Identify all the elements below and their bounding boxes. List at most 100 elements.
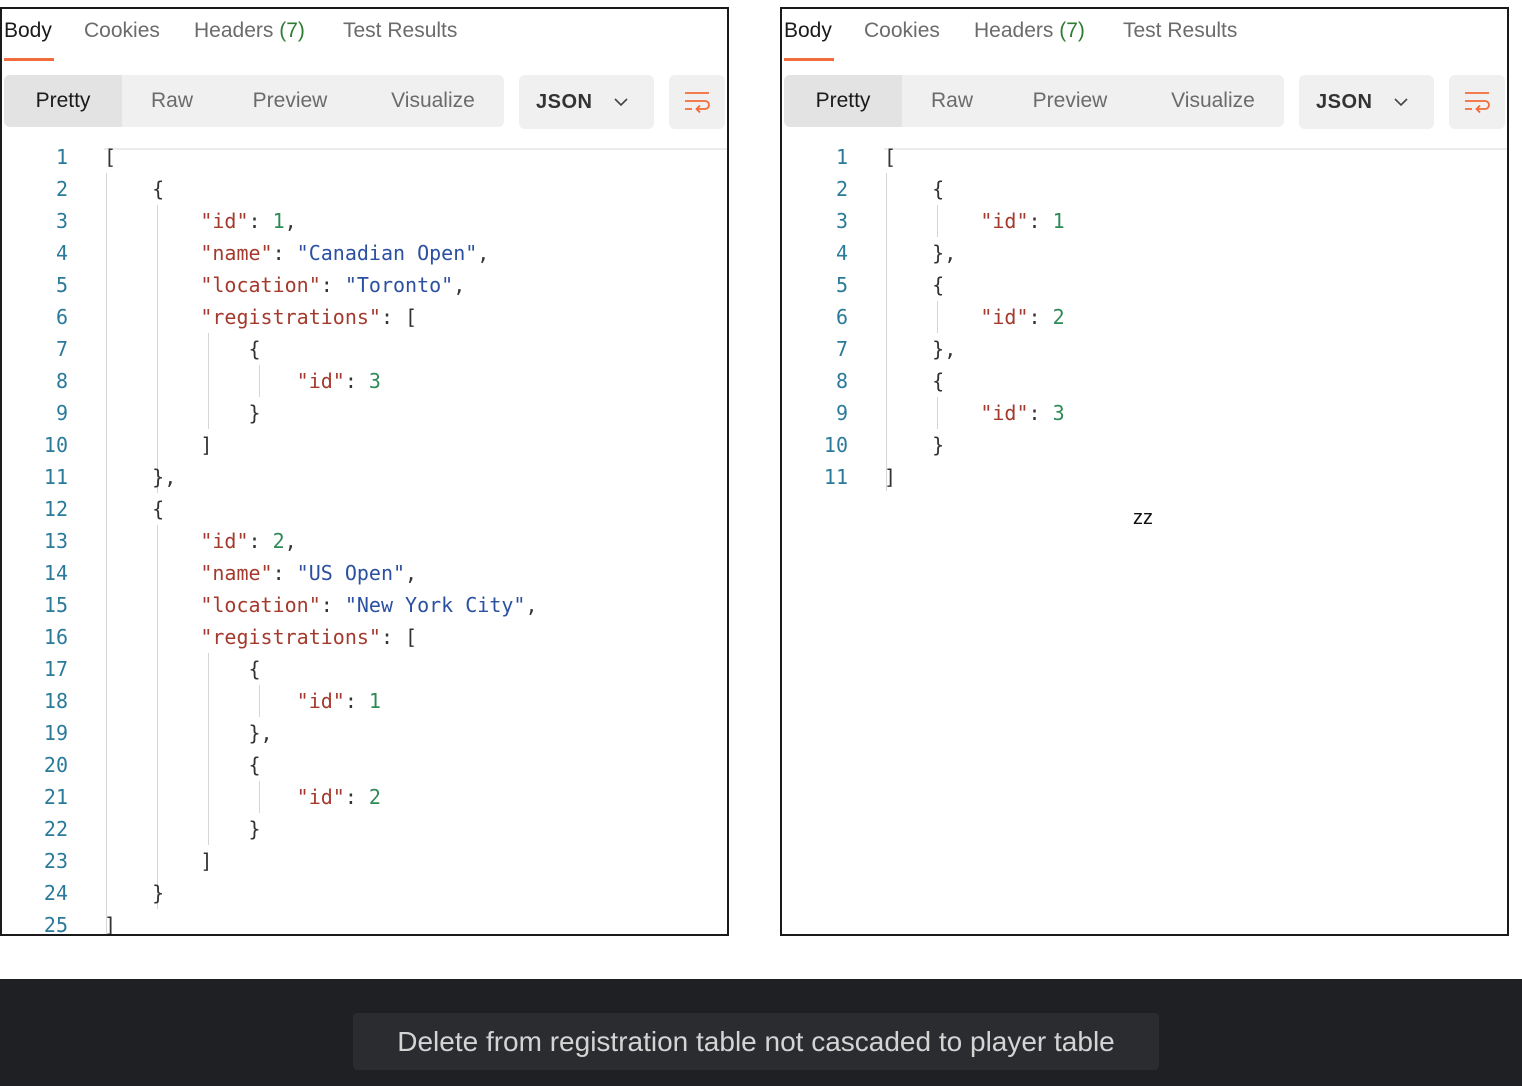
tab-cookies[interactable]: Cookies [864,19,940,43]
line-number: 8 [55,369,68,393]
code-token: "registrations" [200,625,381,649]
line-number: 14 [43,561,68,585]
active-tab-indicator [4,58,54,61]
code-content: "id": 2 [104,781,381,813]
format-select-value: JSON [1316,91,1373,113]
code-line: 8 { [782,365,1507,397]
code-content: ] [884,461,896,493]
code-token: }, [104,721,273,745]
code-line: 8 "id": 3 [2,365,727,397]
code-content: { [104,173,164,205]
view-visualize-button[interactable]: Visualize [1148,75,1278,127]
code-content: [ [104,141,116,173]
code-content: } [104,813,261,845]
tab-body[interactable]: Body [784,19,832,43]
code-line: 17 { [2,653,727,685]
format-select[interactable]: JSON [1299,75,1434,129]
code-line: 4 "name": "Canadian Open", [2,237,727,269]
code-line: 23 ] [2,845,727,877]
chevron-down-icon [1394,98,1408,107]
code-token: ] [104,433,213,457]
code-line: 3 "id": 1 [782,205,1507,237]
code-token: "name" [200,561,273,585]
code-token: "id" [980,305,1029,329]
code-token: : [ [380,305,418,329]
format-select[interactable]: JSON [519,75,654,129]
code-token: { [884,177,945,201]
code-content: ] [104,429,212,461]
view-preview-button[interactable]: Preview [1010,75,1130,127]
view-raw-button[interactable]: Raw [122,75,222,127]
line-number: 24 [43,881,68,905]
tab-body[interactable]: Body [4,19,52,43]
code-content: } [104,397,261,429]
view-pretty-button[interactable]: Pretty [784,75,902,127]
code-content: }, [104,461,176,493]
code-content: [ [884,141,896,173]
code-content: { [104,333,260,365]
line-number: 8 [835,369,848,393]
code-content: { [104,749,261,781]
code-token: } [104,401,261,425]
tab-headers[interactable]: Headers (7) [974,19,1085,43]
code-token: "id" [296,689,345,713]
view-raw-button[interactable]: Raw [902,75,1002,127]
code-content: "registrations": [ [104,301,417,333]
tab-test-results[interactable]: Test Results [343,19,457,43]
code-line: 6 "id": 2 [782,301,1507,333]
tab-headers[interactable]: Headers (7) [194,19,305,43]
tab-test-results[interactable]: Test Results [1123,19,1237,43]
line-number: 10 [823,433,848,457]
code-token: : [ [380,625,418,649]
line-number: 9 [55,401,68,425]
line-number: 21 [43,785,68,809]
code-token: "id" [980,209,1029,233]
line-number: 1 [55,145,68,169]
code-line: 18 "id": 1 [2,685,727,717]
view-preview-button[interactable]: Preview [230,75,350,127]
line-number: 13 [43,529,68,553]
code-token: "id" [980,401,1029,425]
line-number: 3 [835,209,848,233]
code-line: 7 { [2,333,727,365]
code-token: { [104,753,261,777]
tab-cookies[interactable]: Cookies [84,19,160,43]
response-tabs: Body Cookies Headers (7) Test Results [782,9,1507,69]
code-line: 9 } [2,397,727,429]
response-toolbar: Pretty Raw Preview Visualize JSON [782,75,1507,129]
code-line: 14 "name": "US Open", [2,557,727,589]
code-token: , [453,273,466,297]
wrap-lines-button[interactable] [669,75,725,129]
code-token: "US Open" [296,561,406,585]
code-content: "name": "US Open", [104,557,417,589]
code-line: 19 }, [2,717,727,749]
active-tab-indicator [784,58,834,61]
code-token: : [344,689,369,713]
code-line: 24 } [2,877,727,909]
code-content: "registrations": [ [104,621,417,653]
line-number: 1 [835,145,848,169]
view-pretty-button[interactable]: Pretty [4,75,122,127]
code-token: 3 [1052,401,1065,425]
wrap-lines-button[interactable] [1449,75,1505,129]
code-content: "name": "Canadian Open", [104,237,489,269]
response-tabs: Body Cookies Headers (7) Test Results [2,9,727,69]
code-token: "Toronto" [344,273,454,297]
code-line: 20 { [2,749,727,781]
code-line: 13 "id": 2, [2,525,727,557]
code-token: : [1028,305,1053,329]
code-content: "id": 3 [884,397,1065,429]
code-content: "id": 1, [104,205,296,237]
view-visualize-button[interactable]: Visualize [368,75,498,127]
code-line: 22 } [2,813,727,845]
code-token: } [104,817,261,841]
code-line: 21 "id": 2 [2,781,727,813]
code-line: 11] [782,461,1507,493]
code-line: 6 "registrations": [ [2,301,727,333]
line-number: 2 [55,177,68,201]
